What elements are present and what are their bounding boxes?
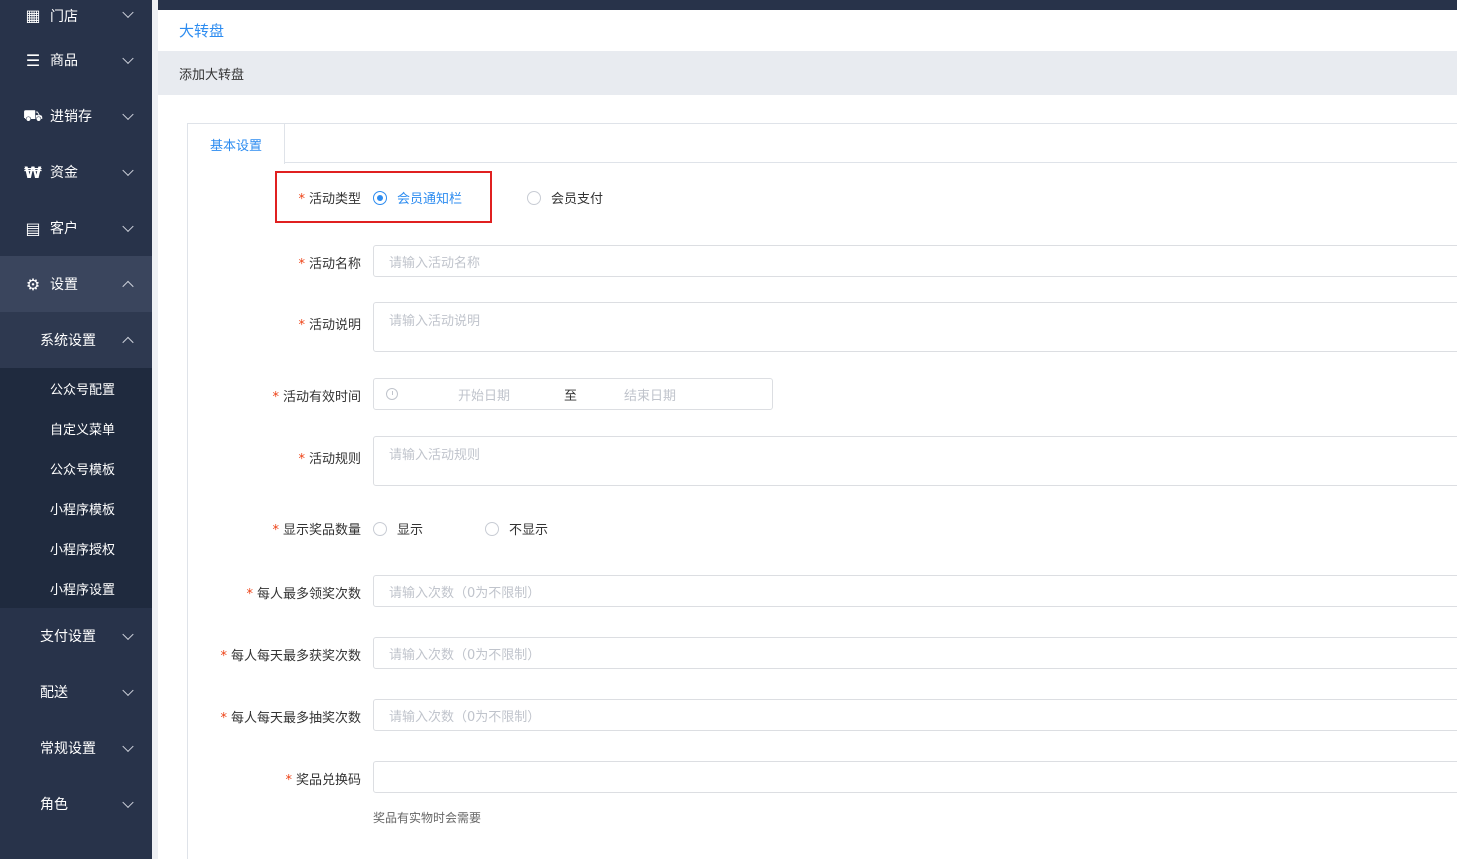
sidebar-item-label: 进销存 [50, 109, 92, 125]
list-icon: ☰ [25, 50, 41, 70]
tab-basic-settings[interactable]: 基本设置 [188, 124, 285, 164]
field-label: * 奖品兑换码 [285, 773, 361, 788]
sidebar-item-label: 资金 [50, 165, 78, 181]
radio-member-pay[interactable]: 会员支付 [527, 188, 603, 207]
main-content: 基本设置 * 活动类型 会员通知栏 会员支付 * 活动名称 请输入活动名称 * 活动说… [158, 95, 1457, 859]
sidebar-item-label: 角色 [40, 797, 68, 813]
tab-bar: 基本设置 [188, 124, 1457, 164]
sidebar-item-miniprogram-settings[interactable]: 小程序设置 [0, 568, 152, 608]
page-subtitle: 添加大转盘 [158, 51, 1457, 95]
radio-hide[interactable]: 不显示 [485, 519, 548, 538]
sidebar-item-label: 客户 [50, 221, 78, 237]
date-range-picker[interactable]: 开始日期 至 结束日期 [373, 378, 773, 410]
radio-show[interactable]: 显示 [373, 519, 423, 538]
max-win-per-day-input[interactable]: 请输入次数（0为不限制） [373, 637, 1457, 669]
max-draw-per-day-input[interactable]: 请输入次数（0为不限制） [373, 699, 1457, 731]
sidebar-item-official-account-template[interactable]: 公众号模板 [0, 448, 152, 488]
sidebar-item-miniprogram-template[interactable]: 小程序模板 [0, 488, 152, 528]
sidebar-item-label: 支付设置 [40, 629, 96, 645]
chevron-down-icon [122, 108, 134, 121]
sidebar-item-label: 常规设置 [40, 741, 96, 757]
chevron-down-icon [122, 796, 134, 809]
field-label: * 活动说明 [298, 318, 361, 333]
field-label: * 每人每天最多获奖次数 [220, 649, 361, 664]
sidebar-item-system-settings[interactable]: 系统设置 [0, 312, 152, 368]
clock-icon [386, 388, 398, 400]
sidebar-item-label: 商品 [50, 53, 78, 69]
sidebar-item-label: 系统设置 [40, 333, 96, 349]
max-per-person-input[interactable]: 请输入次数（0为不限制） [373, 575, 1457, 607]
chevron-down-icon [122, 740, 134, 753]
radio-checked-icon [373, 190, 387, 205]
chevron-down-icon [122, 684, 134, 697]
date-separator: 至 [564, 388, 578, 404]
activity-desc-textarea[interactable]: 请输入活动说明 [373, 302, 1457, 352]
field-label: * 显示奖品数量 [272, 523, 361, 538]
chevron-down-icon [122, 220, 134, 233]
sidebar-item-inventory[interactable]: ⛟ 进销存 [0, 88, 152, 144]
sidebar-item-goods[interactable]: ☰ 商品 [0, 32, 152, 88]
sidebar-item-miniprogram-auth[interactable]: 小程序授权 [0, 528, 152, 568]
radio-unchecked-icon [485, 521, 499, 536]
won-icon: ₩ [24, 162, 42, 182]
activity-rules-textarea[interactable]: 请输入活动规则 [373, 436, 1457, 486]
sidebar-item-label: 设置 [50, 277, 78, 293]
chevron-up-icon [122, 336, 134, 349]
form-card: 基本设置 [187, 123, 1457, 859]
sidebar-item-payment-settings[interactable]: 支付设置 [0, 608, 152, 664]
chevron-down-icon [122, 164, 134, 177]
chevron-down-icon [122, 6, 134, 19]
breadcrumb: 添加大转盘 [179, 67, 245, 83]
sidebar-item-settings[interactable]: ⚙ 设置 [0, 256, 152, 312]
field-hint: 奖品有实物时会需要 [373, 811, 482, 825]
chevron-down-icon [122, 628, 134, 641]
gear-icon: ⚙ [25, 274, 41, 294]
sidebar-item-roles[interactable]: 角色 [0, 776, 152, 832]
sidebar-item-funds[interactable]: ₩ 资金 [0, 144, 152, 200]
sidebar-item-official-account-config[interactable]: 公众号配置 [0, 368, 152, 408]
radio-unchecked-icon [373, 521, 387, 536]
end-date[interactable]: 结束日期 [624, 385, 676, 404]
sidebar: ▦ 门店 ☰ 商品 ⛟ 进销存 ₩ 资金 ▤ 客户 ⚙ 设置 系统设置 公众号配… [0, 0, 152, 859]
redeem-code-input[interactable] [373, 761, 1457, 793]
sidebar-item-label: 门店 [50, 9, 78, 25]
field-label: * 活动类型 [298, 192, 361, 207]
chevron-down-icon [122, 52, 134, 65]
radio-unchecked-icon [527, 190, 541, 205]
start-date[interactable]: 开始日期 [458, 385, 548, 404]
top-bar [158, 0, 1457, 10]
sidebar-item-store[interactable]: ▦ 门店 [0, 0, 152, 32]
sidebar-item-customers[interactable]: ▤ 客户 [0, 200, 152, 256]
truck-icon: ⛟ [22, 105, 44, 125]
building-icon: ▦ [25, 5, 41, 25]
page-title: 大转盘 [179, 22, 225, 40]
field-label: * 活动名称 [298, 257, 361, 272]
sidebar-item-custom-menu[interactable]: 自定义菜单 [0, 408, 152, 448]
field-label: * 每人每天最多抽奖次数 [220, 711, 361, 726]
sidebar-item-general-settings[interactable]: 常规设置 [0, 720, 152, 776]
sidebar-item-label: 配送 [40, 685, 68, 701]
field-label: * 每人最多领奖次数 [246, 587, 361, 602]
chevron-up-icon [122, 280, 134, 293]
id-card-icon: ▤ [25, 218, 41, 238]
field-label: * 活动有效时间 [272, 390, 361, 405]
system-settings-submenu: 公众号配置 自定义菜单 公众号模板 小程序模板 小程序授权 小程序设置 [0, 368, 152, 608]
radio-member-notice[interactable]: 会员通知栏 [373, 188, 462, 207]
field-label: * 活动规则 [298, 452, 361, 467]
page-header: 大转盘 [158, 10, 1457, 51]
activity-name-input[interactable]: 请输入活动名称 [373, 245, 1457, 277]
sidebar-item-delivery[interactable]: 配送 [0, 664, 152, 720]
